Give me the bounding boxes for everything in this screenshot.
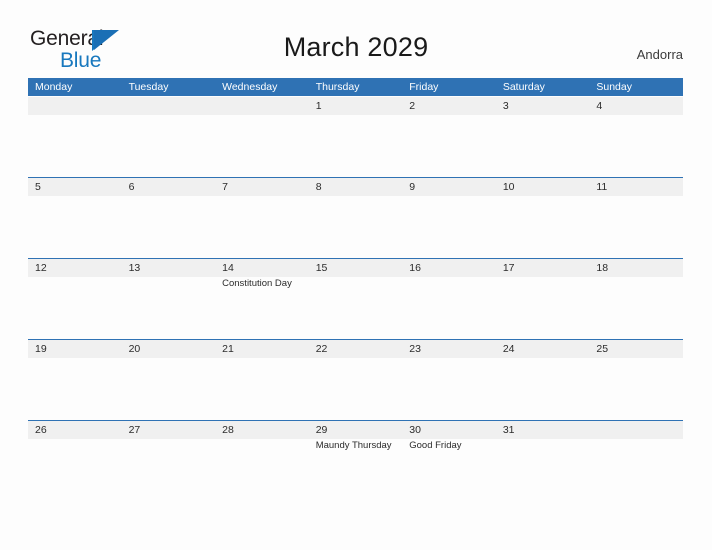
day-number: 24 xyxy=(502,343,515,355)
day-cell[interactable]: 16 xyxy=(402,258,496,339)
page-title: March 2029 xyxy=(283,32,429,62)
day-number: 5 xyxy=(35,181,41,193)
day-number: 12 xyxy=(35,262,47,274)
day-number: 9 xyxy=(409,181,416,193)
day-number: 25 xyxy=(596,343,609,355)
day-cell[interactable] xyxy=(28,96,122,177)
day-number: 18 xyxy=(596,262,609,274)
day-cell[interactable] xyxy=(589,420,683,501)
day-cell[interactable]: 1 xyxy=(309,96,403,177)
day-cell[interactable]: 8 xyxy=(309,177,403,258)
day-cell[interactable]: 31 xyxy=(496,420,590,501)
calendar-grid: Monday Tuesday Wednesday Thursday Friday… xyxy=(28,78,683,501)
day-number: 20 xyxy=(128,343,141,355)
calendar-week-row: 5 6 7 8 9 10 11 xyxy=(28,177,683,258)
day-cell[interactable]: 14 Constitution Day xyxy=(215,258,309,339)
day-cell[interactable]: 22 xyxy=(309,339,403,420)
day-number: 28 xyxy=(222,424,234,436)
day-cell[interactable]: 30 Good Friday xyxy=(402,420,496,501)
day-number: 23 xyxy=(409,343,421,355)
day-cell[interactable]: 17 xyxy=(496,258,590,339)
day-events: Constitution Day xyxy=(222,278,310,290)
holiday-label: Constitution Day xyxy=(222,278,292,289)
day-cell[interactable]: 12 xyxy=(28,258,122,339)
day-number: 15 xyxy=(315,262,328,274)
day-cell[interactable]: 25 xyxy=(589,339,683,420)
day-number: 7 xyxy=(222,181,228,193)
day-number: 30 xyxy=(409,424,421,436)
day-number: 17 xyxy=(502,262,515,274)
calendar-week-row: 12 13 14 Constitution Day 15 16 17 18 xyxy=(28,258,683,339)
day-cell[interactable]: 9 xyxy=(402,177,496,258)
day-cell[interactable]: 21 xyxy=(215,339,309,420)
day-number: 3 xyxy=(502,100,509,112)
day-cell[interactable] xyxy=(215,96,309,177)
weekday-header-wednesday: Wednesday xyxy=(222,81,278,93)
day-number: 13 xyxy=(128,262,141,274)
day-cell[interactable]: 4 xyxy=(589,96,683,177)
day-number: 8 xyxy=(315,181,322,193)
day-cell[interactable]: 2 xyxy=(402,96,496,177)
day-cell[interactable] xyxy=(122,96,216,177)
day-events: Good Friday xyxy=(409,440,497,452)
calendar-week-row: 26 27 28 29 Maundy Thursday 30 Good Frid… xyxy=(28,420,683,501)
day-cell[interactable]: 19 xyxy=(28,339,122,420)
calendar-weekday-header: Monday Tuesday Wednesday Thursday Friday… xyxy=(28,78,683,96)
day-number: 2 xyxy=(409,100,416,112)
day-number: 19 xyxy=(35,343,47,355)
day-cell[interactable]: 13 xyxy=(122,258,216,339)
page-header: General Blue March 2029 Andorra xyxy=(0,0,712,78)
day-cell[interactable]: 24 xyxy=(496,339,590,420)
country-label: Andorra xyxy=(636,47,683,62)
day-cell[interactable]: 5 xyxy=(28,177,122,258)
day-events: Maundy Thursday xyxy=(316,440,404,452)
weekday-header-monday: Monday xyxy=(35,81,73,93)
holiday-label: Good Friday xyxy=(409,440,462,451)
weekday-header-saturday: Saturday xyxy=(502,81,545,93)
day-cell[interactable]: 15 xyxy=(309,258,403,339)
day-number: 16 xyxy=(409,262,421,274)
weekday-header-sunday: Sunday xyxy=(596,81,632,93)
day-cell[interactable]: 20 xyxy=(122,339,216,420)
day-cell[interactable]: 3 xyxy=(496,96,590,177)
weekday-header-tuesday: Tuesday xyxy=(128,81,169,93)
day-cell[interactable]: 26 xyxy=(28,420,122,501)
day-cell[interactable]: 18 xyxy=(589,258,683,339)
day-cell[interactable]: 28 xyxy=(215,420,309,501)
holiday-label: Maundy Thursday xyxy=(315,440,392,451)
day-number: 4 xyxy=(596,100,603,112)
day-cell[interactable]: 7 xyxy=(215,177,309,258)
calendar-week-row: 19 20 21 22 23 24 25 xyxy=(28,339,683,420)
day-cell[interactable]: 11 xyxy=(589,177,683,258)
day-cell[interactable]: 29 Maundy Thursday xyxy=(309,420,403,501)
day-number: 29 xyxy=(315,424,328,436)
weekday-header-thursday: Thursday xyxy=(315,81,360,93)
day-cell[interactable]: 6 xyxy=(122,177,216,258)
day-number: 6 xyxy=(128,181,135,193)
day-cell[interactable]: 23 xyxy=(402,339,496,420)
calendar-week-row: 1 2 3 4 xyxy=(28,96,683,177)
day-number: 22 xyxy=(315,343,328,355)
day-number: 10 xyxy=(502,181,515,193)
day-number: 1 xyxy=(315,100,322,112)
day-cell[interactable]: 27 xyxy=(122,420,216,501)
day-number: 27 xyxy=(128,424,141,436)
day-number: 14 xyxy=(222,262,234,274)
day-number: 21 xyxy=(222,343,234,355)
day-number: 26 xyxy=(35,424,47,436)
day-cell[interactable]: 10 xyxy=(496,177,590,258)
day-number: 31 xyxy=(502,424,515,436)
weekday-header-friday: Friday xyxy=(409,81,439,93)
day-number: 11 xyxy=(596,181,608,193)
